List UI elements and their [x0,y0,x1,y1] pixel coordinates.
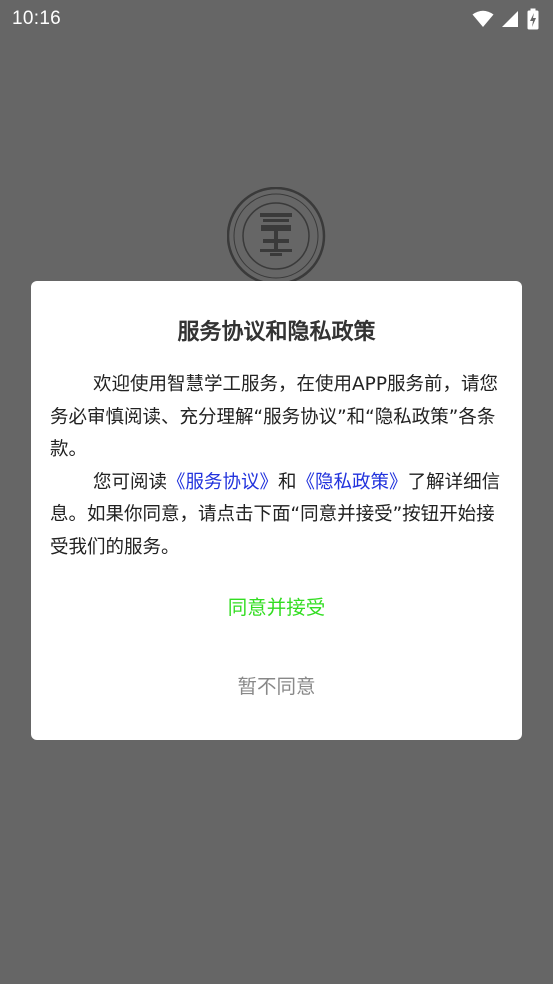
status-bar: 10:16 [0,0,553,38]
para2-and: 和 [278,471,297,493]
privacy-policy-link[interactable]: 《隐私政策》 [297,472,408,493]
accept-button[interactable]: 同意并接受 [31,592,522,624]
university-seal-logo [226,186,327,287]
para2-prefix: 您可阅读 [93,471,168,493]
agreement-dialog: 服务协议和隐私政策 欢迎使用智慧学工服务，在使用APP服务前，请您务必审慎阅读、… [31,281,522,740]
status-icons [472,8,539,30]
dialog-body: 欢迎使用智慧学工服务，在使用APP服务前，请您务必审慎阅读、充分理解“服务协议”… [50,369,505,564]
dialog-intro-text: 欢迎使用智慧学工服务，在使用APP服务前，请您务必审慎阅读、充分理解“服务协议”… [50,374,498,460]
dialog-title: 服务协议和隐私政策 [177,320,376,345]
status-time: 10:16 [12,8,62,29]
service-agreement-link[interactable]: 《服务协议》 [167,472,278,493]
battery-charging-icon [527,8,539,30]
dialog-details-text: 您可阅读《服务协议》和《隐私政策》了解详细信息。如果你同意，请点击下面“同意并接… [50,467,505,565]
decline-button[interactable]: 暂不同意 [31,671,522,703]
wifi-icon [472,10,494,28]
cell-signal-icon [502,10,519,28]
